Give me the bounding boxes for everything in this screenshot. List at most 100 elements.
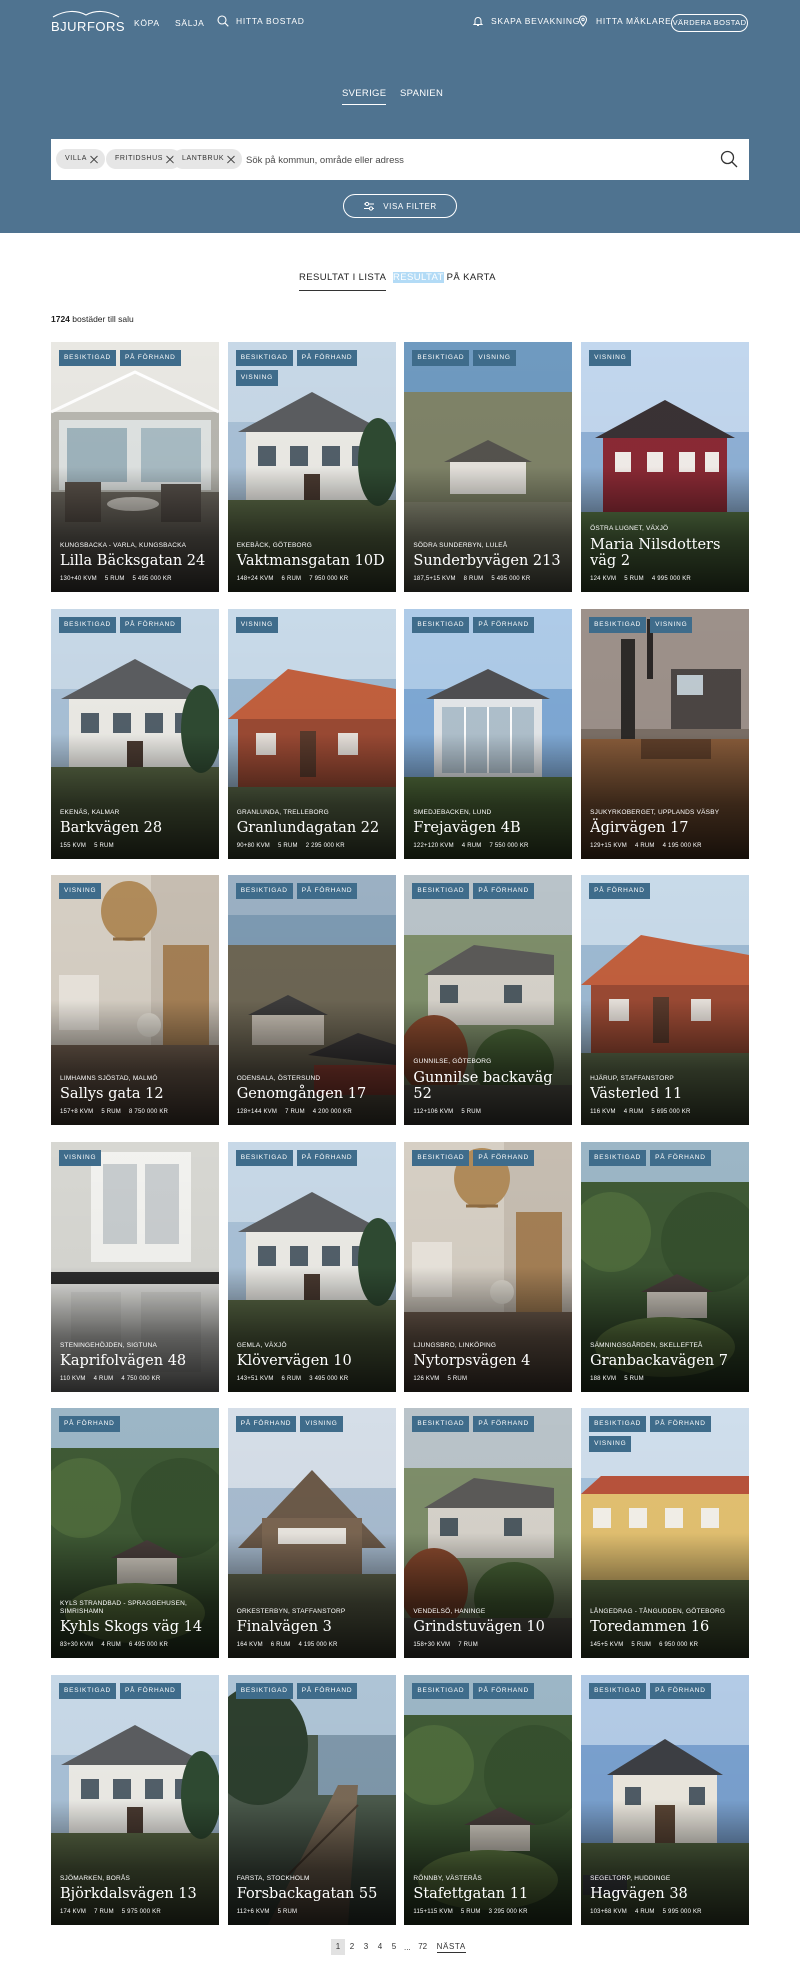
listing-area: SJÖMARKEN, BORÅS xyxy=(60,1874,131,1882)
page-5[interactable]: 5 xyxy=(387,1939,401,1955)
listing-title[interactable]: Vaktmansgatan 10D xyxy=(237,553,390,569)
tab-sweden[interactable]: SVERIGE xyxy=(342,88,387,105)
listing-title[interactable]: Grindstuvägen 10 xyxy=(413,1619,566,1635)
status-badge: BESIKTIGAD xyxy=(59,616,117,633)
listing-card[interactable]: BESIKTIGAD PÅ FÖRHAND VISNING LÅNGEDRAG - T… xyxy=(581,1408,750,1658)
listing-title[interactable]: Lilla Bäcksgatan 24 xyxy=(60,553,213,569)
page-3[interactable]: 3 xyxy=(359,1939,373,1955)
status-badge: PÅ FÖRHAND xyxy=(59,1416,120,1432)
search-input[interactable] xyxy=(246,151,556,169)
status-badge: PÅ FÖRHAND xyxy=(473,1682,535,1699)
listing-card[interactable]: BESIKTIGAD PÅ FÖRHAND LJUNGSBRO, LINKÖPING… xyxy=(404,1141,573,1392)
listing-title[interactable]: Genomgången 17 xyxy=(237,1086,390,1102)
listing-title[interactable]: Frejavägen 4B xyxy=(413,820,566,836)
listing-size: 115+115 KVM xyxy=(413,1908,453,1915)
nav-sell[interactable]: SÄLJA xyxy=(175,18,205,28)
listing-card[interactable]: BESIKTIGAD PÅ FÖRHAND GUNNILSE, GÖTEBORG Gu… xyxy=(404,875,573,1125)
listing-rooms: 5 RUM xyxy=(624,1375,644,1382)
listing-meta: 112+106 KVM 5 RUM xyxy=(413,1109,566,1115)
status-badge: PÅ FÖRHAND xyxy=(473,883,535,899)
listing-area: HJÄRUP, STAFFANSTORP xyxy=(590,1075,674,1082)
listing-area: LÅNGEDRAG - TÅNGUDDEN, GÖTEBORG xyxy=(590,1608,726,1615)
listing-rooms: 7 RUM xyxy=(458,1642,478,1648)
listing-card[interactable]: BESIKTIGAD PÅ FÖRHAND SJÖMARKEN, BORÅS Björ… xyxy=(51,1674,219,1925)
close-icon[interactable] xyxy=(88,153,100,165)
listing-rooms: 5 RUM xyxy=(461,1109,482,1115)
show-filter-button[interactable]: VISA FILTER xyxy=(343,194,457,218)
listing-card[interactable]: BESIKTIGAD PÅ FÖRHAND ODENSALA, ÖSTERSUND G… xyxy=(227,875,396,1125)
filter-chip-lantbruk[interactable]: LANTBRUK xyxy=(173,149,243,169)
listing-card[interactable]: PÅ FÖRHAND KYLS STRANDBAD - SPRAGGEHUSEN,… xyxy=(51,1408,219,1658)
logo[interactable]: BJURFORS xyxy=(51,10,125,34)
close-icon[interactable] xyxy=(225,153,237,165)
listing-title[interactable]: Stafettgatan 11 xyxy=(413,1886,566,1902)
listing-title[interactable]: Granlundagatan 22 xyxy=(237,820,390,836)
status-badge: VISNING xyxy=(589,1436,632,1452)
listing-title[interactable]: Sallys gata 12 xyxy=(60,1086,213,1102)
listing-card[interactable]: BESIKTIGAD PÅ FÖRHAND FARSTA, STOCKHOLM For… xyxy=(227,1674,396,1925)
listing-meta: 188 KVM 5 RUM xyxy=(590,1376,743,1382)
listing-card[interactable]: BESIKTIGAD PÅ FÖRHAND SEGELTORP, HUDDINGE H… xyxy=(581,1674,750,1925)
listing-card[interactable]: VISNING ÖSTRA LUGNET, VÄXJÖ Maria Nilsdott… xyxy=(581,342,750,592)
tab-spain[interactable]: SPANIEN xyxy=(400,88,443,99)
page-1[interactable]: 1 xyxy=(331,1939,345,1955)
pin-icon xyxy=(578,15,588,27)
listing-card[interactable]: BESIKTIGAD PÅ FÖRHAND SMEDJEBACKEN, LUND Fr… xyxy=(404,608,573,859)
listing-card[interactable]: VISNING STENINGEHÖJDEN, SIGTUNA Kaprifolvä… xyxy=(51,1141,219,1392)
listing-title[interactable]: Kaprifolvägen 48 xyxy=(60,1353,213,1369)
listing-rooms: 5 RUM xyxy=(624,576,644,582)
listing-meta: 103+68 KVM 4 RUM 5 995 000 KR xyxy=(590,1909,743,1915)
listing-card[interactable]: PÅ FÖRHAND VISNING ORKESTERBYN, STAFFANSTO… xyxy=(227,1408,396,1658)
filter-chip-villa[interactable]: VILLA xyxy=(56,149,106,169)
listing-title[interactable]: Klövervägen 10 xyxy=(237,1353,390,1369)
valuation-button[interactable]: VÄRDERA BOSTAD xyxy=(671,14,748,32)
listing-size: 129+15 KVM xyxy=(590,842,627,849)
listing-title[interactable]: Forsbackagatan 55 xyxy=(237,1886,390,1902)
listing-card[interactable]: PÅ FÖRHAND HJÄRUP, STAFFANSTORP Västerled … xyxy=(581,875,750,1125)
listing-rooms: 5 RUM xyxy=(460,1908,481,1915)
filter-chip-fritidshus[interactable]: FRITIDSHUS xyxy=(106,149,181,169)
listing-title[interactable]: Finalvägen 3 xyxy=(237,1619,390,1635)
listing-title[interactable]: Ägirvägen 17 xyxy=(590,820,743,836)
listing-rooms: 5 RUM xyxy=(101,1109,121,1115)
listing-card[interactable]: VISNING LIMHAMNS SJÖSTAD, MALMÖ Sallys gat… xyxy=(51,875,219,1125)
listing-meta: 110 KVM 4 RUM 4 750 000 KR xyxy=(60,1376,213,1382)
listing-rooms: 5 RUM xyxy=(277,1908,298,1915)
listing-card[interactable]: VISNING GRANLUNDA, TRELLEBORG Granlundagat… xyxy=(227,608,396,859)
listing-meta: 187,5+15 KVM 8 RUM 5 495 000 KR xyxy=(413,576,566,582)
page-last[interactable]: 72 xyxy=(414,1939,432,1955)
listing-title[interactable]: Kyhls Skogs väg 14 xyxy=(60,1619,213,1635)
nav-find[interactable]: HITTA BOSTAD xyxy=(217,15,305,27)
listing-title[interactable]: Barkvägen 28 xyxy=(60,820,213,836)
listing-card[interactable]: BESIKTIGAD PÅ FÖRHAND RÖNNBY, VÄSTERÅS Staf… xyxy=(404,1674,573,1925)
page-4[interactable]: 4 xyxy=(373,1939,387,1955)
listing-title[interactable]: Toredammen 16 xyxy=(590,1619,743,1635)
listing-price: 8 750 000 KR xyxy=(129,1109,169,1115)
listing-title[interactable]: Nytorpsvägen 4 xyxy=(413,1353,566,1369)
listing-card[interactable]: BESIKTIGAD VISNING SJUKYRKOBERGET, UPPLAND… xyxy=(581,608,750,859)
listing-card[interactable]: BESIKTIGAD PÅ FÖRHAND EKENÄS, KALMAR Barkvä… xyxy=(51,608,219,859)
listing-title[interactable]: Hagvägen 38 xyxy=(590,1886,743,1902)
listing-title[interactable]: Björkdalsvägen 13 xyxy=(60,1886,213,1902)
listing-title[interactable]: Maria Nilsdotters väg 2 xyxy=(590,537,743,569)
listing-card[interactable]: BESIKTIGAD VISNING SÖDRA SUNDERBYN, LULEÅ S… xyxy=(404,342,573,592)
tab-map[interactable]: RESULTAT PÅ KARTA xyxy=(393,272,496,283)
listing-card[interactable]: BESIKTIGAD PÅ FÖRHAND GEMLA, VÄXJÖ Klövervä… xyxy=(227,1141,396,1392)
tab-list[interactable]: RESULTAT I LISTA xyxy=(299,272,387,291)
find-agent-link[interactable]: HITTA MÄKLARE xyxy=(577,15,672,27)
listing-card[interactable]: BESIKTIGAD PÅ FÖRHAND KUNGSBACKA - VARLA, … xyxy=(51,342,219,592)
listing-title[interactable]: Västerled 11 xyxy=(590,1086,743,1102)
listing-card[interactable]: BESIKTIGAD PÅ FÖRHAND VISNING EKEBÄCK, GÖTE… xyxy=(227,342,396,592)
listing-size: 148+24 KVM xyxy=(236,576,274,582)
page-2[interactable]: 2 xyxy=(345,1939,359,1955)
next-page-link[interactable]: NÄSTA xyxy=(436,1942,466,1953)
listing-title[interactable]: Granbackavägen 7 xyxy=(590,1353,743,1369)
listing-title[interactable]: Gunnilse backaväg 52 xyxy=(413,1070,566,1102)
listing-card[interactable]: BESIKTIGAD PÅ FÖRHAND VENDELSÖ, HANINGE Gri… xyxy=(404,1408,573,1658)
nav-buy[interactable]: KÖPA xyxy=(134,18,160,28)
search-icon[interactable] xyxy=(720,150,738,168)
listing-title[interactable]: Sunderbyvägen 213 xyxy=(413,553,566,569)
create-watch-link[interactable]: SKAPA BEVAKNING xyxy=(472,15,580,27)
listing-price: 3 295 000 KR xyxy=(488,1908,528,1915)
listing-card[interactable]: BESIKTIGAD PÅ FÖRHAND SÄMNINGSGÅRDEN, SKEL… xyxy=(581,1141,750,1392)
